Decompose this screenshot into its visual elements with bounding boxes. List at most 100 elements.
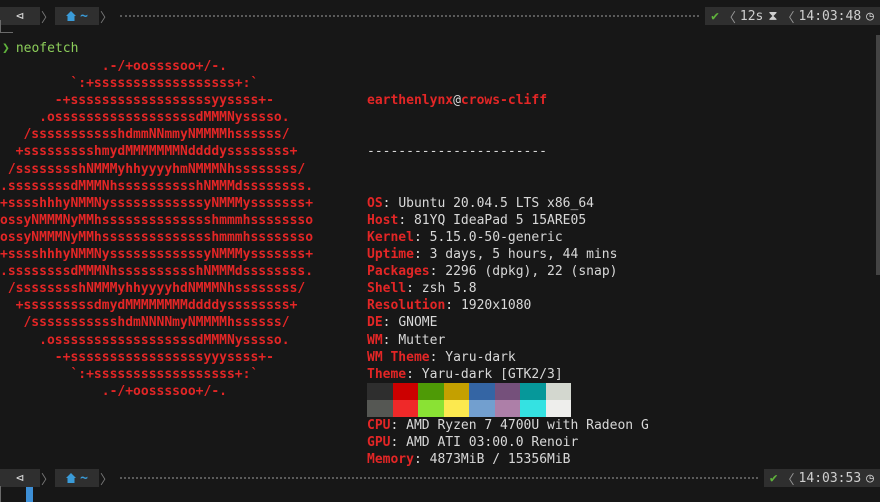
color-swatch-normal-6 <box>520 383 546 400</box>
dir-segment: ~ <box>55 469 100 487</box>
logo-line: +sssssssssdmydMMMMMMMMddddyssssssss+ <box>0 298 298 314</box>
info-key: Memory <box>367 452 414 468</box>
prompt-filler-dots <box>120 476 758 480</box>
command-line: ❯ neofetch <box>2 40 78 57</box>
segment-separator: 〉 <box>100 472 114 488</box>
logo-line: /sssssssshNMMMyhhyyyyhdNMMMNhssssssss/ <box>0 281 306 297</box>
info-value: Yaru-dark <box>445 349 516 365</box>
info-colon: : <box>413 452 430 468</box>
color-swatch-normal-4 <box>469 383 495 400</box>
segment-separator: 〈 <box>781 10 795 26</box>
logo-line: ossyNMMMNyMMhsssssssssssssshmmmhssssssso <box>0 212 314 228</box>
info-row: Resolution: 1920x1080 <box>367 297 649 314</box>
info-key: DE <box>367 315 383 331</box>
time-text: 14:03:48 <box>798 8 862 24</box>
color-swatch-normal-7 <box>545 383 571 400</box>
segment-separator: 〈 <box>781 472 795 488</box>
info-value: AMD ATI 03:00.0 Renoir <box>406 435 579 451</box>
info-divider: ----------------------- <box>367 144 548 160</box>
logo-line: `:+ssssssssssssssssss+:` <box>0 366 259 382</box>
info-row: CPU: AMD Ryzen 7 4700U with Radeon G <box>367 417 649 434</box>
username: earthenlynx <box>367 93 454 109</box>
info-row: Uptime: 3 days, 5 hours, 44 mins <box>367 246 649 263</box>
info-colon: : <box>382 315 399 331</box>
info-key: Kernel <box>367 229 414 245</box>
time-text: 14:03:53 <box>798 470 862 486</box>
user-host-line: earthenlynx@crows-cliff <box>367 92 649 109</box>
info-colon: : <box>390 435 407 451</box>
color-swatch-bright-4 <box>469 400 495 417</box>
dir-label: ~ <box>80 470 88 486</box>
logo-line: .-/+oossssoo+/-. <box>0 383 227 399</box>
info-row: Packages: 2296 (dpkg), 22 (snap) <box>367 263 649 280</box>
hourglass-icon: ⧗ <box>768 8 778 24</box>
success-check-icon: ✔ <box>769 470 778 486</box>
logo-line: .ssssssssdMMMNhsssssssssshNMMMdssssssss. <box>0 264 314 280</box>
logo-line: +ssssssssshmydMMMMMMMNddddyssssssss+ <box>0 144 298 160</box>
info-colon: : <box>390 417 407 433</box>
info-value: 1920x1080 <box>460 298 532 314</box>
os-segment: ⊲ <box>0 469 40 487</box>
color-swatch-normal-2 <box>418 383 444 400</box>
info-rows: OS: Ubuntu 20.04.5 LTS x86_64 Host: 81YQ … <box>367 195 649 469</box>
info-value: GNOME <box>398 315 438 331</box>
bottom-prompt-bar: ⊲ 〉 ~ 〉 ✔ 〈 14:03:53 ◷ <box>0 468 880 488</box>
segment-separator: 〉 <box>41 10 55 26</box>
success-check-icon: ✔ <box>711 8 719 24</box>
ubuntu-ascii-logo: .-/+oossssoo+/-. `:+ssssssssssssssssss+:… <box>0 58 313 400</box>
color-swatch-bright-6 <box>520 400 546 417</box>
color-swatch-normal-5 <box>494 383 520 400</box>
os-icon: ⊲ <box>16 8 24 24</box>
at-sign: @ <box>453 93 461 109</box>
info-row: WM: Mutter <box>367 332 649 349</box>
info-row: Theme: Yaru-dark [GTK2/3] <box>367 366 649 383</box>
info-key: Uptime <box>367 247 414 263</box>
info-row: WM Theme: Yaru-dark <box>367 349 649 366</box>
top-prompt-bar: ⊲ 〉 ~ 〉 ✔ 〈 12s ⧗ 〈 14:03:48 ◷ <box>0 6 880 26</box>
logo-line: .ossssssssssssssssssdMMMNysssso. <box>0 110 290 126</box>
info-colon: : <box>406 366 422 382</box>
info-colon: : <box>382 332 399 348</box>
info-row: OS: Ubuntu 20.04.5 LTS x86_64 <box>367 195 649 212</box>
status-segment: ✔ 〈 14:03:53 ◷ <box>763 469 880 488</box>
color-palette <box>367 383 571 417</box>
segment-separator: 〈 <box>722 10 736 26</box>
color-swatch-normal-0 <box>367 383 393 400</box>
info-row: Kernel: 5.15.0-50-generic <box>367 229 649 246</box>
color-swatch-bright-2 <box>418 400 444 417</box>
dir-label: ~ <box>80 8 88 24</box>
info-value: Ubuntu 20.04.5 LTS x86_64 <box>398 195 594 211</box>
info-row: GPU: AMD ATI 03:00.0 Renoir <box>367 434 649 451</box>
os-icon: ⊲ <box>16 470 24 486</box>
color-swatch-bright-3 <box>443 400 469 417</box>
logo-line: -+ssssssssssssssssssyyssss+- <box>0 93 274 109</box>
logo-line: .ssssssssdMMMNhsssssssssshNMMMdssssssss. <box>0 178 314 194</box>
color-swatch-bright-0 <box>367 400 393 417</box>
info-key: WM <box>367 332 383 348</box>
logo-line: .ossssssssssssssssssdMMMNysssso. <box>0 332 290 348</box>
info-key: OS <box>367 195 383 211</box>
info-colon: : <box>445 298 461 314</box>
color-swatch-normal-3 <box>443 383 469 400</box>
info-colon: : <box>398 212 414 228</box>
info-key: Theme <box>367 366 407 382</box>
logo-line: .-/+oossssoo+/-. <box>0 59 227 74</box>
color-swatch-bright-5 <box>494 400 520 417</box>
status-segment: ✔ 〈 12s ⧗ 〈 14:03:48 ◷ <box>705 7 880 26</box>
info-value: Mutter <box>398 332 446 348</box>
info-colon: : <box>382 195 399 211</box>
prompt-chevron-icon: ❯ <box>2 41 10 56</box>
terminal-cursor[interactable] <box>26 487 33 502</box>
dir-segment: ~ <box>55 7 100 25</box>
info-row: Memory: 4873MiB / 15356MiB <box>367 451 649 468</box>
terminal-scrollbar[interactable] <box>876 35 880 275</box>
color-swatch-normal-1 <box>392 383 418 400</box>
home-icon <box>66 473 77 483</box>
info-row: Shell: zsh 5.8 <box>367 280 649 297</box>
info-value: 81YQ IdeaPad 5 15ARE05 <box>413 212 587 228</box>
home-icon <box>66 11 77 21</box>
info-key: WM Theme <box>367 349 430 365</box>
command-text: neofetch <box>15 41 79 56</box>
info-colon: : <box>429 264 446 280</box>
info-colon: : <box>406 281 422 297</box>
